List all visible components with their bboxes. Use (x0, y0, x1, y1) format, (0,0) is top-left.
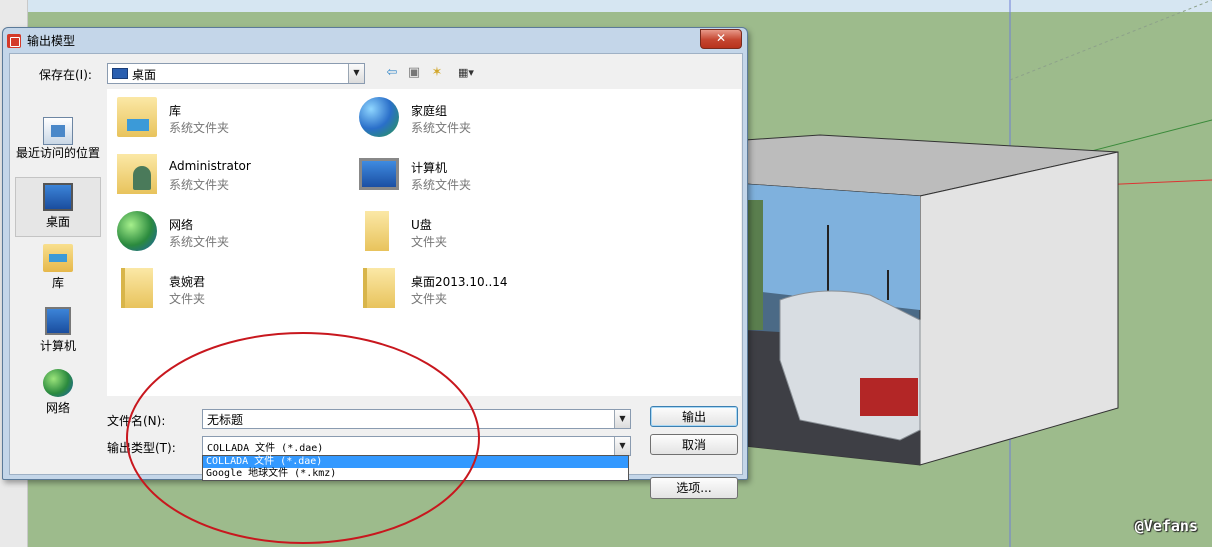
options-button[interactable]: 选项... (650, 477, 738, 499)
list-item[interactable]: 计算机 系统文件夹 (353, 150, 583, 198)
filetype-label: 输出类型(T): (107, 441, 176, 455)
library-folder-icon (117, 97, 157, 137)
network-icon (43, 369, 73, 397)
horizon-guide (1009, 0, 1212, 81)
new-folder-icon[interactable]: ✶ (428, 65, 446, 81)
folder-icon (121, 268, 153, 308)
filename-label: 文件名(N): (107, 414, 166, 428)
place-label: 库 (51, 276, 64, 290)
file-name: 计算机 (411, 161, 448, 175)
place-computer[interactable]: 计算机 (15, 307, 101, 354)
up-folder-icon[interactable]: ▣ (405, 65, 423, 81)
list-item[interactable]: 家庭组 系统文件夹 (353, 93, 583, 141)
file-list[interactable]: 库 系统文件夹 家庭组 系统文件夹 Administrator 系统文件夹 计算… (107, 89, 741, 396)
file-name: 网络 (169, 218, 194, 232)
list-item[interactable]: 库 系统文件夹 (111, 93, 341, 141)
filetype-option-kmz[interactable]: Google 地球文件 (*.kmz) (203, 468, 628, 480)
view-menu-icon[interactable]: ▦▾ (451, 65, 481, 81)
file-type: 系统文件夹 (411, 121, 472, 135)
filetype-dropdown-list[interactable]: COLLADA 文件 (*.dae) Google 地球文件 (*.kmz) (202, 455, 629, 481)
folder-icon (363, 268, 395, 308)
box-right-face (919, 151, 1119, 466)
sketchup-app-icon (7, 34, 21, 48)
filetype-value: COLLADA 文件 (*.dae) (207, 443, 324, 454)
file-type: 文件夹 (411, 292, 448, 306)
export-model-dialog[interactable]: 输出模型 ✕ 保存在(I): 桌面 ▼ ⇦ ▣ ✶ ▦▾ 最近访问的位置 桌面 … (2, 27, 748, 499)
filename-input[interactable]: 无标题 ▼ (202, 409, 631, 429)
file-type: 文件夹 (411, 235, 448, 249)
dialog-titlebar[interactable]: 输出模型 ✕ (3, 28, 747, 52)
cancel-button[interactable]: 取消 (650, 434, 738, 455)
library-icon (43, 244, 73, 272)
chevron-down-icon[interactable]: ▼ (614, 437, 630, 455)
file-type: 系统文件夹 (169, 178, 230, 192)
place-label: 桌面 (45, 215, 70, 229)
place-desktop[interactable]: 桌面 (15, 177, 101, 237)
chevron-down-icon[interactable]: ▼ (614, 410, 630, 428)
dialog-client-area: 保存在(I): 桌面 ▼ ⇦ ▣ ✶ ▦▾ 最近访问的位置 桌面 库 计算机 网… (9, 53, 743, 499)
list-item[interactable]: 桌面2013.10..14 文件夹 (353, 264, 583, 312)
watermark: @Vefans (1134, 517, 1198, 535)
computer-icon (45, 307, 71, 335)
desktop-icon (43, 183, 73, 211)
desktop-icon (112, 68, 128, 79)
place-label: 最近访问的位置 (15, 146, 100, 160)
filetype-option-dae[interactable]: COLLADA 文件 (*.dae) (203, 456, 628, 468)
network-icon (117, 211, 157, 251)
file-name: 家庭组 (411, 104, 448, 118)
folder-icon (365, 211, 389, 251)
close-button[interactable]: ✕ (700, 29, 742, 49)
file-name: 桌面2013.10..14 (411, 275, 508, 289)
list-item[interactable]: 袁婉君 文件夹 (111, 264, 341, 312)
back-arrow-icon[interactable]: ⇦ (383, 65, 401, 81)
file-name: U盘 (411, 218, 432, 232)
computer-icon (359, 158, 399, 190)
place-recent[interactable]: 最近访问的位置 (15, 117, 101, 160)
file-type: 系统文件夹 (169, 235, 230, 249)
filetype-select[interactable]: COLLADA 文件 (*.dae) ▼ (202, 436, 631, 456)
places-bar: 最近访问的位置 桌面 库 计算机 网络 (13, 89, 101, 415)
save-in-label: 保存在(I): (39, 68, 92, 82)
recent-places-icon (43, 117, 73, 145)
dialog-title: 输出模型 (27, 34, 76, 48)
list-item[interactable]: Administrator 系统文件夹 (111, 150, 341, 198)
photo-car-taillight (860, 378, 918, 416)
filename-value: 无标题 (207, 413, 244, 427)
list-item[interactable]: U盘 文件夹 (353, 207, 583, 255)
place-label: 网络 (45, 401, 70, 415)
save-in-value: 桌面 (132, 68, 157, 82)
place-label: 计算机 (39, 339, 76, 353)
file-name: Administrator (169, 159, 251, 173)
file-type: 系统文件夹 (411, 178, 472, 192)
photo-car (779, 290, 921, 441)
user-folder-icon (117, 154, 157, 194)
export-button[interactable]: 输出 (650, 406, 738, 427)
file-name: 袁婉君 (169, 275, 206, 289)
chevron-down-icon[interactable]: ▼ (348, 64, 364, 83)
file-type: 文件夹 (169, 292, 206, 306)
file-name: 库 (169, 104, 182, 118)
save-in-combo[interactable]: 桌面 ▼ (107, 63, 365, 84)
place-library[interactable]: 库 (15, 244, 101, 291)
place-network[interactable]: 网络 (15, 369, 101, 416)
file-type: 系统文件夹 (169, 121, 230, 135)
homegroup-icon (359, 97, 399, 137)
list-item[interactable]: 网络 系统文件夹 (111, 207, 341, 255)
